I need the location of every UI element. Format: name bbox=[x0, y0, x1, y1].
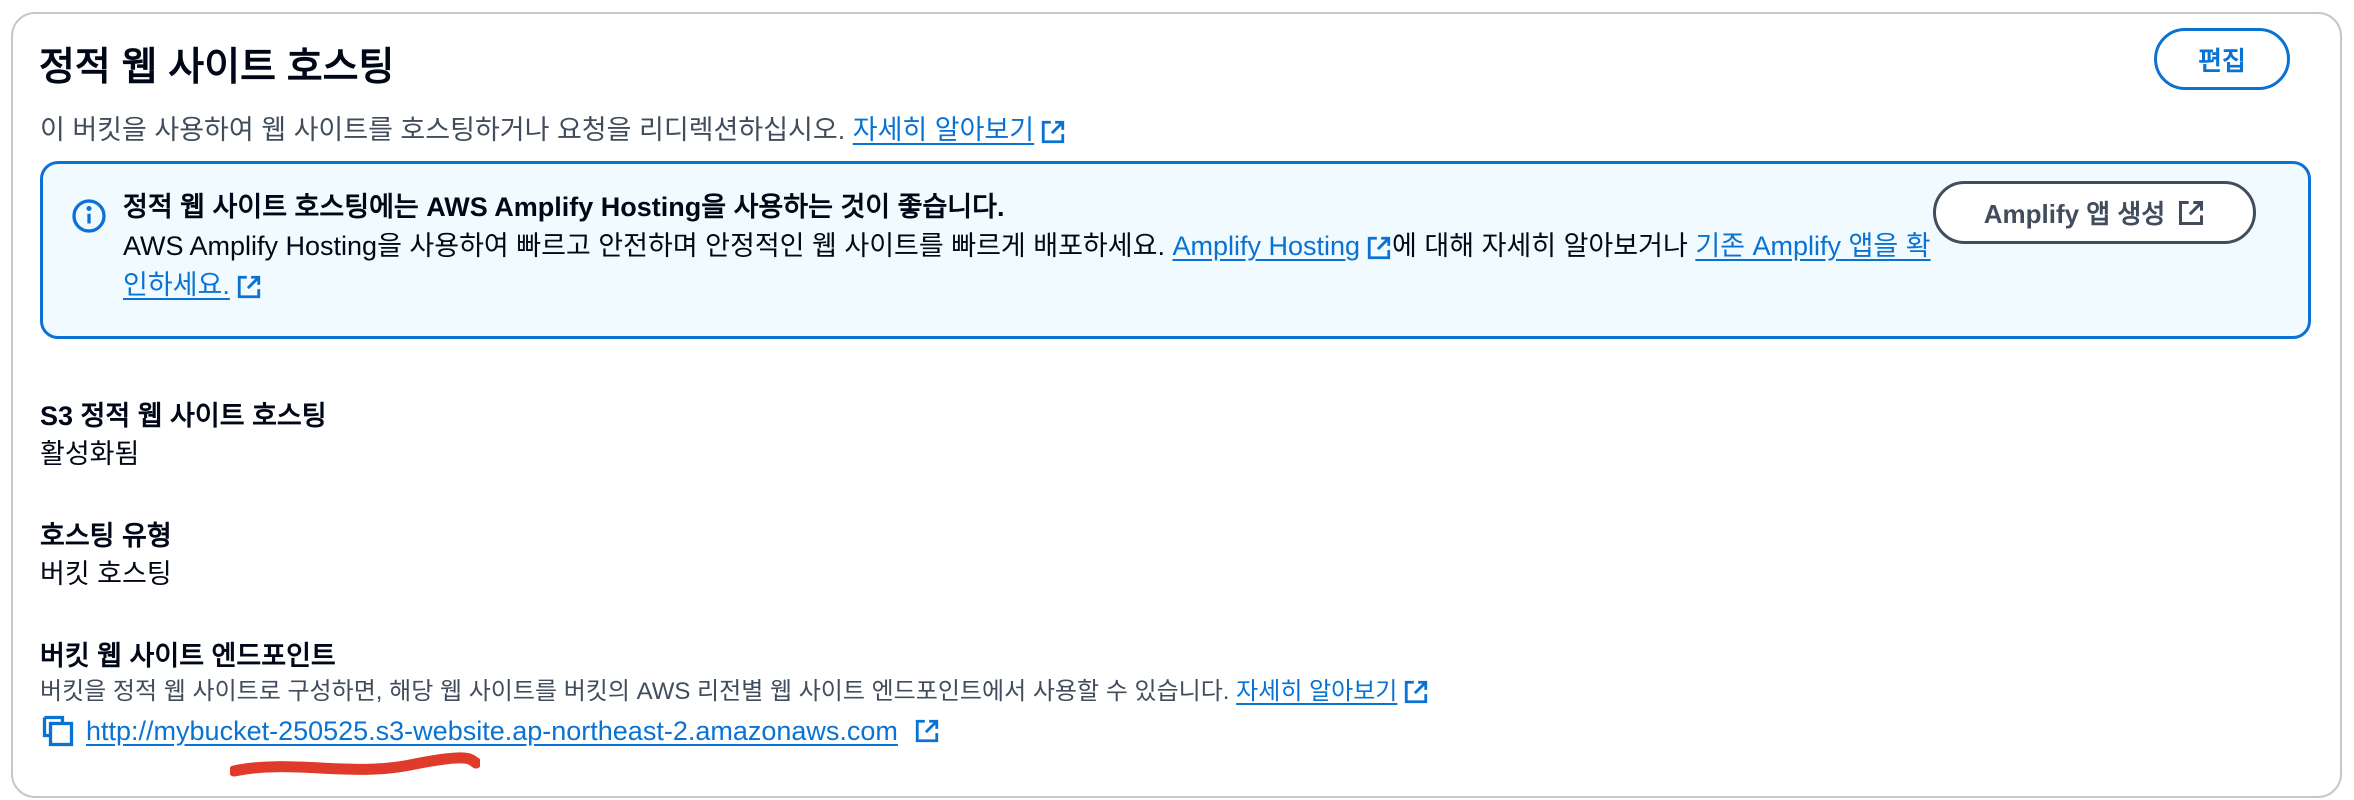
description-text: 이 버킷을 사용하여 웹 사이트를 호스팅하거나 요청을 리디렉션하십시오. bbox=[40, 115, 846, 145]
hosting-status-label: S3 정적 웹 사이트 호스팅 bbox=[40, 401, 327, 431]
hosting-type-label: 호스팅 유형 bbox=[40, 521, 172, 551]
endpoint-description-text: 버킷을 정적 웹 사이트로 구성하면, 해당 웹 사이트를 버킷의 AWS 리전… bbox=[40, 678, 1230, 705]
alert-body-middle: 에 대해 자세히 알아보거나 bbox=[1392, 231, 1688, 261]
endpoint-url-link[interactable]: http://mybucket-250525.s3-website.ap-nor… bbox=[86, 716, 898, 747]
external-link-icon bbox=[1403, 679, 1429, 705]
hosting-status-field: S3 정적 웹 사이트 호스팅 활성화됨 bbox=[40, 397, 327, 473]
amplify-info-alert: 정적 웹 사이트 호스팅에는 AWS Amplify Hosting을 사용하는… bbox=[40, 161, 2311, 339]
endpoint-label: 버킷 웹 사이트 엔드포인트 bbox=[40, 641, 336, 671]
external-link-icon bbox=[1366, 235, 1392, 261]
alert-body-prefix: AWS Amplify Hosting을 사용하여 빠르고 안전하며 안정적인 … bbox=[123, 231, 1165, 261]
edit-button[interactable]: 편집 bbox=[2154, 28, 2290, 90]
section-description: 이 버킷을 사용하여 웹 사이트를 호스팅하거나 요청을 리디렉션하십시오. 자… bbox=[40, 110, 1066, 150]
create-amplify-app-button[interactable]: Amplify 앱 생성 bbox=[1933, 181, 2256, 244]
external-link-icon bbox=[1040, 119, 1066, 145]
endpoint-learn-more-link[interactable]: 자세히 알아보기 bbox=[1236, 678, 1397, 705]
external-link-icon bbox=[2179, 200, 2204, 225]
external-link-icon bbox=[236, 274, 262, 300]
external-link-icon bbox=[914, 718, 940, 744]
alert-body: AWS Amplify Hosting을 사용하여 빠르고 안전하며 안정적인 … bbox=[123, 227, 1943, 305]
learn-more-link[interactable]: 자세히 알아보기 bbox=[853, 115, 1034, 145]
section-title: 정적 웹 사이트 호스팅 bbox=[39, 46, 395, 89]
amplify-hosting-link[interactable]: Amplify Hosting bbox=[1172, 231, 1360, 261]
create-amplify-app-label: Amplify 앱 생성 bbox=[1983, 199, 2166, 229]
hosting-type-value: 버킷 호스팅 bbox=[40, 559, 172, 589]
redaction-mark bbox=[230, 752, 480, 777]
hosting-status-value: 활성화됨 bbox=[40, 439, 140, 469]
alert-content: 정적 웹 사이트 호스팅에는 AWS Amplify Hosting을 사용하는… bbox=[123, 188, 1943, 305]
bucket-endpoint-field: 버킷 웹 사이트 엔드포인트 버킷을 정적 웹 사이트로 구성하면, 해당 웹 … bbox=[40, 637, 1429, 777]
info-icon bbox=[72, 199, 106, 233]
copy-icon[interactable] bbox=[40, 713, 76, 749]
alert-heading: 정적 웹 사이트 호스팅에는 AWS Amplify Hosting을 사용하는… bbox=[123, 192, 1005, 222]
endpoint-url-row: http://mybucket-250525.s3-website.ap-nor… bbox=[40, 713, 1429, 749]
hosting-type-field: 호스팅 유형 버킷 호스팅 bbox=[40, 517, 172, 593]
endpoint-description: 버킷을 정적 웹 사이트로 구성하면, 해당 웹 사이트를 버킷의 AWS 리전… bbox=[40, 675, 1429, 709]
